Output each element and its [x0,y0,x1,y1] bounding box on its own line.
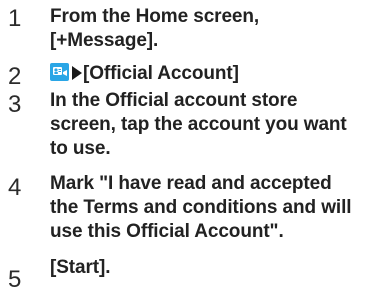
step-text: From the Home screen, [+Message]. [50,5,368,53]
step-number: 3 [8,91,22,118]
official-account-icon [50,63,69,88]
step-text-line: the Terms and conditions and will [50,197,352,218]
step-text: Mark "I have read and accepted the Terms… [50,172,368,244]
step-number: 4 [8,174,22,201]
step-text: [Start]. [50,256,368,280]
step-text-line: In the Official account store [50,90,298,111]
step-number: 2 [8,63,22,90]
step-number: 5 [8,266,22,293]
arrow-right-icon [72,66,82,80]
step-text-label: [Official Account] [83,63,239,84]
step-text-line: From the Home screen, [50,6,260,27]
step-text-line: [+Message]. [50,30,159,51]
step-text-line: [Start]. [50,257,111,278]
step-text: In the Official account store screen, ta… [50,89,368,161]
step-text-line: screen, tap the account you want [50,114,347,135]
step-number: 1 [8,5,22,32]
step-text-line: to use. [50,138,111,159]
step-text-line: use this Official Account". [50,221,284,242]
step-text: [Official Account] [50,62,368,88]
step-text-line: [Official Account] [50,62,368,88]
instruction-steps: 1 From the Home screen, [+Message]. 2 [O… [0,0,374,301]
step-text-line: Mark "I have read and accepted [50,173,332,194]
